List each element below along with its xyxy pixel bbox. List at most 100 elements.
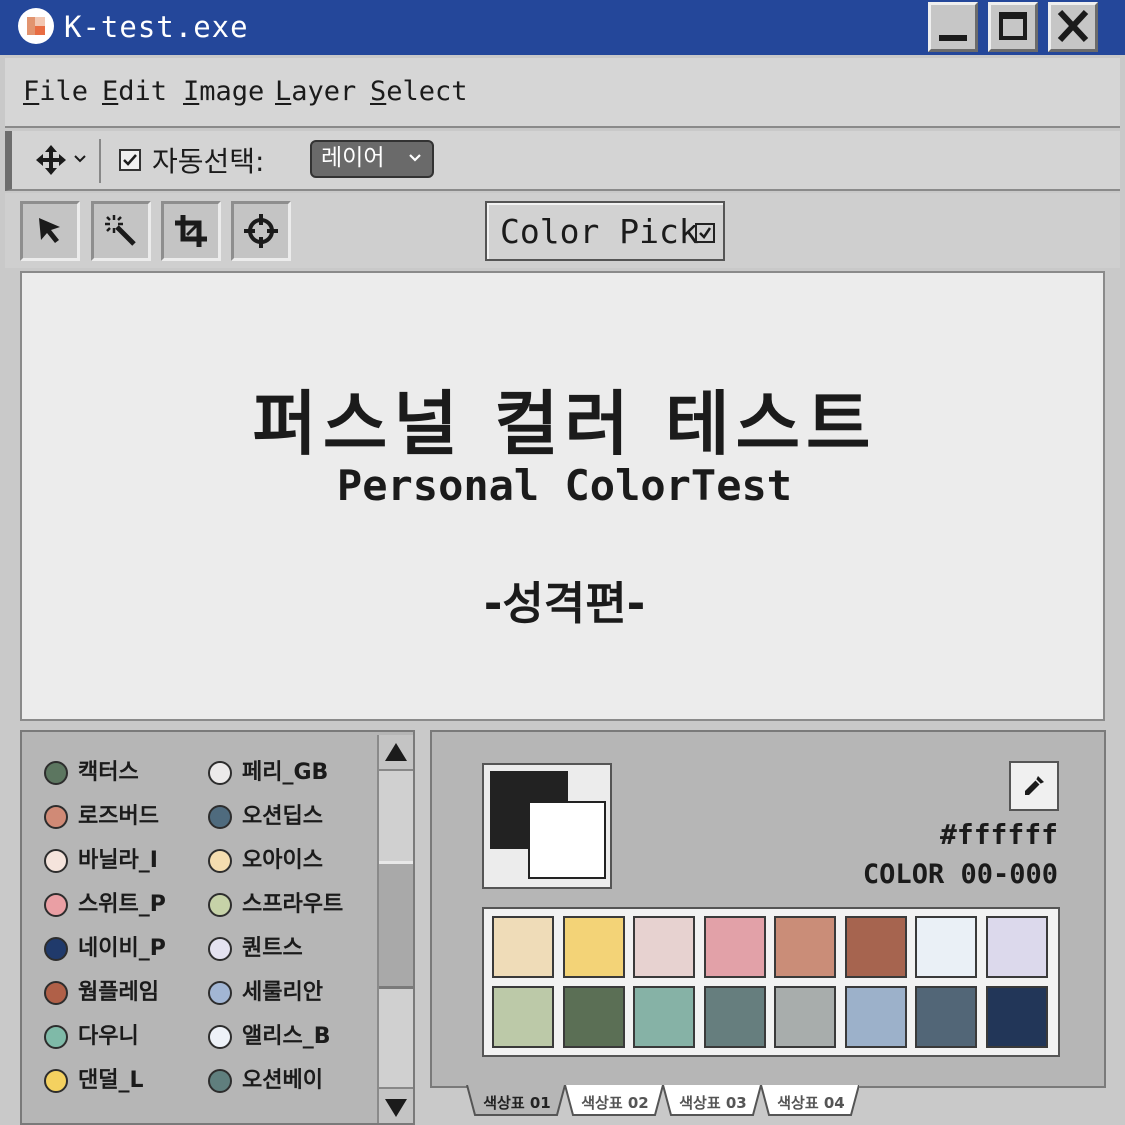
swatch-name: 웜플레임 bbox=[78, 980, 159, 1005]
minimize-button[interactable] bbox=[928, 2, 978, 52]
palette-swatch[interactable] bbox=[844, 916, 907, 978]
tab-label: 색상표 02 bbox=[581, 1094, 649, 1112]
palette-swatch[interactable] bbox=[774, 986, 836, 1048]
checkmark-icon bbox=[123, 154, 137, 166]
app-logo-icon bbox=[18, 8, 54, 44]
palette-swatch[interactable] bbox=[985, 986, 1048, 1048]
scroll-thumb[interactable] bbox=[379, 861, 413, 989]
window-title: K-test.exe bbox=[64, 10, 249, 44]
eyedropper-button[interactable] bbox=[1009, 761, 1059, 811]
pointer-tool-button[interactable] bbox=[20, 201, 80, 261]
auto-select-checkbox[interactable] bbox=[119, 149, 141, 171]
tab-label: 색상표 04 bbox=[777, 1094, 845, 1112]
swatch-dot bbox=[208, 937, 232, 961]
palette-swatch[interactable] bbox=[703, 916, 766, 978]
layer-select-dropdown[interactable]: 레이어 bbox=[310, 140, 434, 178]
hex-value: #ffffff bbox=[939, 818, 1058, 851]
minimize-icon bbox=[939, 35, 967, 41]
close-button[interactable] bbox=[1048, 2, 1098, 52]
checkmark-icon bbox=[699, 227, 712, 239]
palette-tabs: 색상표 01 색상표 02 색상표 03 색상표 04 bbox=[465, 1085, 885, 1125]
menu-edit[interactable]: Edit bbox=[102, 76, 167, 107]
color-palette-grid bbox=[482, 907, 1060, 1057]
tab-palette-3[interactable]: 색상표 03 bbox=[661, 1085, 761, 1119]
palette-swatch[interactable] bbox=[492, 986, 554, 1048]
swatch-dot bbox=[208, 761, 232, 785]
fg-bg-color-box[interactable] bbox=[482, 763, 612, 889]
swatch-name: 페리_GB bbox=[242, 760, 329, 785]
move-tool-icon[interactable] bbox=[34, 143, 68, 177]
auto-select-label: 자동선택: bbox=[152, 145, 265, 178]
menu-select[interactable]: Select bbox=[370, 76, 468, 107]
background-color[interactable] bbox=[528, 801, 606, 879]
palette-swatch[interactable] bbox=[492, 916, 554, 978]
chevron-down-icon[interactable] bbox=[72, 151, 88, 167]
swatch-dot bbox=[44, 849, 68, 873]
swatch-scrollbar[interactable] bbox=[377, 735, 413, 1123]
swatch-name: 댄덜_L bbox=[78, 1068, 144, 1093]
maximize-button[interactable] bbox=[988, 2, 1038, 52]
swatch-name: 오션베이 bbox=[242, 1068, 323, 1093]
swatch-name: 스프라우트 bbox=[242, 892, 344, 917]
swatch-dot bbox=[208, 805, 232, 829]
swatch-name: 네이비_P bbox=[78, 936, 166, 961]
title-bar: K-test.exe bbox=[0, 0, 1125, 55]
tab-palette-4[interactable]: 색상표 04 bbox=[759, 1085, 859, 1119]
magic-wand-tool-button[interactable] bbox=[91, 201, 151, 261]
swatch-dot bbox=[208, 1069, 232, 1093]
palette-swatch[interactable] bbox=[633, 986, 695, 1048]
tab-label: 색상표 03 bbox=[679, 1094, 747, 1112]
palette-swatch[interactable] bbox=[562, 986, 625, 1048]
color-pick-dropdown[interactable]: Color Pick bbox=[485, 201, 725, 261]
crop-tool-button[interactable] bbox=[161, 201, 221, 261]
swatch-dot bbox=[44, 981, 68, 1005]
swatch-dot bbox=[208, 1025, 232, 1049]
swatch-dot bbox=[44, 937, 68, 961]
swatch-name: 오션딥스 bbox=[242, 804, 323, 829]
crosshair-icon bbox=[244, 214, 278, 248]
menu-layer[interactable]: Layer bbox=[275, 76, 356, 107]
swatch-name: 로즈버드 bbox=[78, 804, 159, 829]
scroll-up-button[interactable] bbox=[379, 735, 413, 771]
page-title: 퍼스널 컬러 테스트 bbox=[252, 383, 877, 465]
canvas-area: 퍼스널 컬러 테스트 Personal ColorTest -성격편- bbox=[20, 271, 1105, 721]
palette-swatch[interactable] bbox=[844, 986, 907, 1048]
swatch-dot bbox=[44, 1069, 68, 1093]
palette-swatch[interactable] bbox=[915, 986, 977, 1048]
target-tool-button[interactable] bbox=[231, 201, 291, 261]
swatch-name: 바닐라_I bbox=[78, 848, 158, 873]
pointer-icon bbox=[39, 218, 60, 243]
swatch-dot bbox=[44, 805, 68, 829]
menu-file[interactable]: File bbox=[23, 76, 88, 107]
swatch-name: 스위트_P bbox=[78, 892, 166, 917]
tab-palette-2[interactable]: 색상표 02 bbox=[563, 1085, 663, 1119]
section-title: -성격편- bbox=[483, 577, 646, 630]
color-pick-checkbox[interactable] bbox=[695, 223, 715, 243]
chevron-down-icon bbox=[409, 154, 421, 162]
options-bar: 자동선택: 레이어 bbox=[5, 131, 1120, 191]
palette-swatch[interactable] bbox=[985, 916, 1048, 978]
palette-swatch[interactable] bbox=[774, 916, 836, 978]
palette-swatch[interactable] bbox=[562, 916, 625, 978]
color-panel: #ffffff COLOR 00-000 bbox=[430, 730, 1106, 1088]
swatch-dot bbox=[44, 1025, 68, 1049]
tab-palette-1[interactable]: 색상표 01 bbox=[465, 1085, 565, 1119]
page-subtitle: Personal ColorTest bbox=[336, 461, 793, 510]
swatch-dot bbox=[44, 761, 68, 785]
swatch-name: 퀀트스 bbox=[242, 936, 303, 961]
swatch-name: 캑터스 bbox=[78, 760, 139, 785]
close-icon bbox=[1057, 9, 1089, 43]
swatch-dot bbox=[208, 849, 232, 873]
layer-select-value: 레이어 bbox=[321, 145, 385, 171]
menu-bar: File Edit Image Layer Select bbox=[5, 58, 1120, 128]
color-pick-label: Color Pick bbox=[500, 212, 699, 251]
palette-swatch[interactable] bbox=[703, 986, 766, 1048]
scroll-down-button[interactable] bbox=[379, 1087, 413, 1123]
menu-image[interactable]: Image bbox=[183, 76, 264, 107]
options-separator bbox=[99, 139, 101, 183]
maximize-icon bbox=[999, 12, 1027, 40]
swatch-name: 세룰리안 bbox=[242, 980, 323, 1005]
palette-swatch[interactable] bbox=[915, 916, 977, 978]
tool-bar: Color Pick bbox=[5, 193, 1120, 268]
palette-swatch[interactable] bbox=[633, 916, 695, 978]
